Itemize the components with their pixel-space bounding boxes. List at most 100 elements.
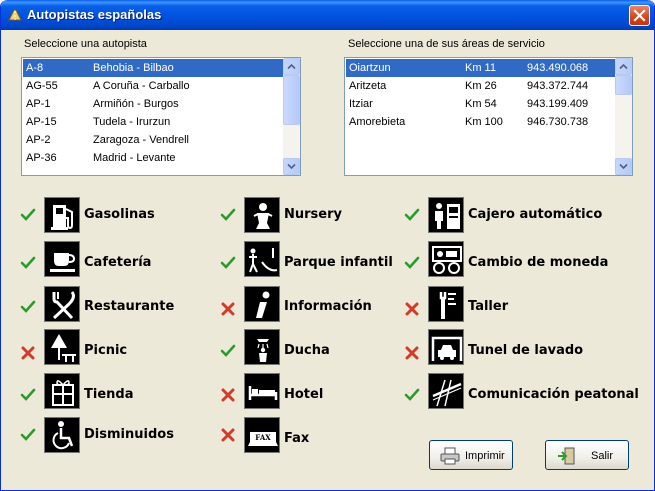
scroll-thumb[interactable] [283,75,300,125]
cross-icon [221,428,235,442]
service-label: Tunel de lavado [468,343,584,358]
service-area-listbox[interactable]: Oiartzun Km 11 943.490.068 Aritzeta Km 26 943… [344,57,633,176]
scroll-up-button[interactable] [615,58,632,75]
highway-list-item[interactable]: A-8 Behobia - Bilbao [23,59,285,77]
check-icon [20,300,36,313]
service-label: Gasolinas [84,207,155,222]
client-area: Seleccione una autopista A-8 Behobia - Bi… [4,30,651,488]
highway-list-item[interactable]: AG-55 A Coruña - Carballo [23,77,285,95]
close-icon [633,9,646,22]
service-area-list-item[interactable]: Itziar Km 54 943.199.409 [346,95,616,113]
highway-route: A Coruña - Carballo [93,80,190,92]
service-area-name: Itziar [349,98,373,110]
wheelchair-icon [44,417,80,453]
highway-list-scrollbar[interactable] [283,58,300,175]
service-area-name: Oiartzun [349,62,391,74]
exit-door-icon [558,447,575,465]
service-area-name: Aritzeta [349,80,387,92]
service-area-name: Amorebieta [349,116,406,128]
service-label: Disminuidos [84,427,174,442]
check-icon [404,256,420,269]
service-label: Picnic [84,343,128,358]
service-area-scrollbar[interactable] [615,58,632,175]
close-button[interactable] [629,5,650,26]
baby-icon [244,197,280,233]
service-label: Cafetería [84,255,152,270]
highway-code: AP-15 [26,116,57,128]
service-area-phone: 946.730.738 [527,116,589,128]
wrench-icon [428,286,464,322]
service-area-km: Km 100 [465,116,503,128]
service-area-km: Km 54 [465,98,497,110]
highway-route: Behobia - Bilbao [93,62,174,74]
check-icon [20,208,36,221]
printer-icon [440,447,460,465]
title-bar[interactable]: Autopistas españolas [1,0,654,30]
check-icon [220,256,236,269]
footbridge-icon [428,373,464,409]
info-icon [244,286,280,322]
exit-button[interactable]: Salir [545,440,629,470]
highway-code: AP-36 [26,152,57,164]
highway-listbox[interactable]: A-8 Behobia - Bilbao AG-55 A Coruña - Carba… [21,57,301,176]
highway-list-item[interactable]: AP-15 Tudela - Irurzun [23,113,285,131]
service-label: Parque infantil [284,255,393,270]
service-label: Ducha [284,343,330,358]
chevron-up-icon [619,63,628,70]
cross-icon [405,346,419,360]
highway-route: Madrid - Levante [93,152,176,164]
coffee-cup-icon [44,241,80,277]
service-area-list-item[interactable]: Amorebieta Km 100 946.730.738 [346,113,616,131]
playground-icon [244,241,280,277]
picnic-icon [44,329,80,365]
service-label: Cambio de moneda [468,255,609,270]
fuel-pump-icon [44,197,80,233]
fork-knife-icon [44,286,80,322]
exit-button-label: Salir [591,450,614,462]
highway-route: Zaragoza - Vendrell [93,134,189,146]
cross-icon [405,302,419,316]
scroll-down-button[interactable] [615,158,632,175]
service-label: Tienda [84,387,134,402]
service-label: Taller [468,299,509,314]
svg-text:FAX: FAX [255,433,271,442]
service-area-km: Km 26 [465,80,497,92]
check-icon [20,388,36,401]
gift-icon [44,373,80,409]
highway-code: A-8 [26,62,44,74]
cross-icon [21,346,35,360]
highway-code: AG-55 [26,80,58,92]
check-icon [20,428,36,441]
service-area-list-item[interactable]: Aritzeta Km 26 943.372.744 [346,77,616,95]
service-label: Fax [284,431,310,446]
chevron-down-icon [287,163,296,170]
main-window: Autopistas españolas Seleccione una auto… [0,0,655,491]
service-area-list-item[interactable]: Oiartzun Km 11 943.490.068 [346,59,616,77]
highway-list-item[interactable]: AP-2 Zaragoza - Vendrell [23,131,285,149]
chevron-down-icon [619,163,628,170]
chevron-up-icon [287,63,296,70]
service-label: Comunicación peatonal [468,387,639,402]
highway-list-item[interactable]: AP-1 Armiñón - Burgos [23,95,285,113]
highway-code: AP-1 [26,98,51,110]
scroll-thumb[interactable] [615,75,632,95]
cross-icon [221,388,235,402]
highway-list-label: Seleccione una autopista [24,38,147,50]
print-button[interactable]: Imprimir [429,440,513,470]
fax-icon: FAX [244,417,280,453]
cross-icon [221,302,235,316]
atm-icon [428,197,464,233]
scroll-up-button[interactable] [283,58,300,75]
window-title: Autopistas españolas [27,7,162,22]
scroll-down-button[interactable] [283,158,300,175]
service-area-list-label: Seleccione una de sus áreas de servicio [348,38,545,50]
check-icon [220,208,236,221]
service-area-km: Km 11 [465,62,496,74]
highway-code: AP-2 [26,134,51,146]
service-label: Hotel [284,387,324,402]
highway-list-item[interactable]: AP-36 Madrid - Levante [23,149,285,167]
service-label: Nursery [284,207,342,222]
service-area-phone: 943.490.068 [527,62,589,74]
service-area-phone: 943.199.409 [527,98,589,110]
service-label: Información [284,299,372,314]
